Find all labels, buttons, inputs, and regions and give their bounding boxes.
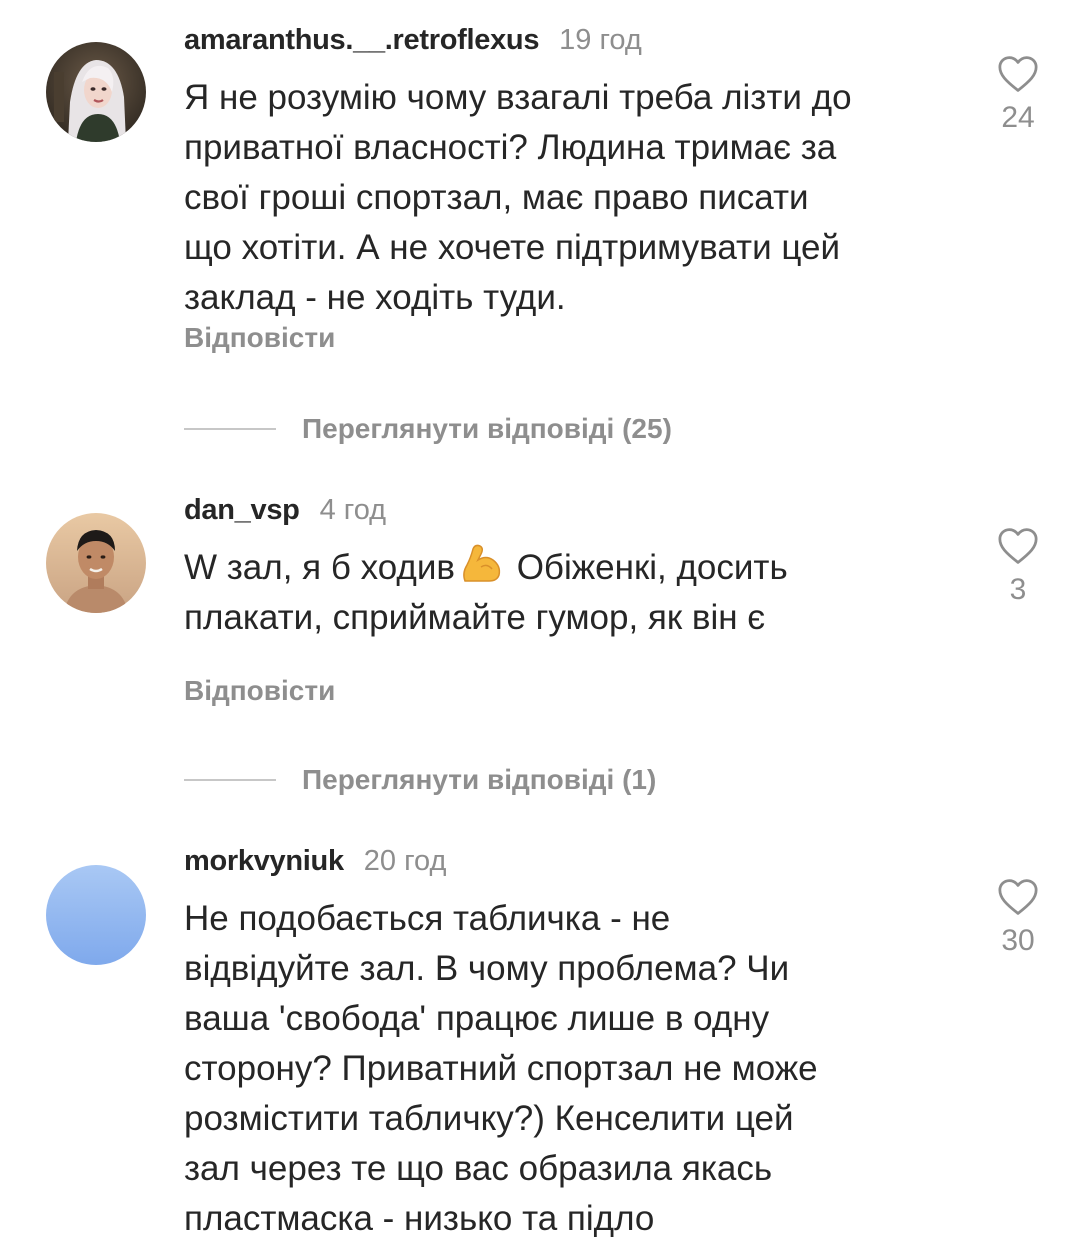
- view-replies-label: Переглянути відповіді (25): [302, 413, 672, 444]
- comment-line: що хотіти. А не хочете підтримувати цей: [184, 228, 841, 267]
- comment-line: розмістити табличку?) Кенселити цей: [184, 1099, 794, 1138]
- comment-line: зал через те що вас образила якась: [184, 1149, 773, 1188]
- comment-text: W зал, я б ходив Обіженкі, досить плакат…: [184, 543, 974, 643]
- comment-line: W зал, я б ходив Обіженкі, досить: [184, 543, 974, 593]
- username[interactable]: morkvyniuk: [184, 845, 344, 878]
- view-replies-button[interactable]: Переглянути відповіді (1): [184, 764, 656, 796]
- reply-button[interactable]: Відповісти: [184, 322, 335, 354]
- comment-line: сторону? Приватний спортзал не може: [184, 1049, 818, 1088]
- like-button[interactable]: 30: [980, 878, 1056, 958]
- heart-outline-icon: [998, 56, 1038, 92]
- avatar-blue-gradient: [46, 865, 146, 965]
- view-replies-label: Переглянути відповіді (1): [302, 764, 657, 795]
- comment-line: свої гроші спортзал, має право писати: [184, 178, 809, 217]
- like-count: 3: [1009, 573, 1027, 606]
- comment-header: amaranthus.__.retroflexus 19 год: [184, 24, 642, 57]
- comment-line: ваша 'свобода' працює лише в одну: [184, 999, 770, 1038]
- comment-line: Я не розумію чому взагалі треба лізти до: [184, 78, 852, 117]
- reply-button[interactable]: Відповісти: [184, 675, 335, 707]
- like-button[interactable]: 3: [980, 527, 1056, 607]
- flexed-biceps-emoji: [459, 543, 503, 583]
- like-button[interactable]: 24: [980, 55, 1056, 135]
- view-replies-button[interactable]: Переглянути відповіді (25): [184, 413, 672, 445]
- comment-line: заклад - не ходіть туди.: [184, 278, 566, 317]
- heart-outline-icon: [998, 879, 1038, 915]
- comment-line: пластмаска - низько та підло: [184, 1199, 655, 1238]
- divider-line: [184, 779, 276, 781]
- comment-line: відвідуйте зал. В чому проблема? Чи: [184, 949, 790, 988]
- comment-line: плакати, сприймайте гумор, як він є: [184, 598, 766, 637]
- comment-text-segment: Обіженкі, досить: [506, 548, 788, 587]
- comment-header: dan_vsp 4 год: [184, 494, 386, 527]
- comment-text-segment: W зал, я б ходив: [184, 548, 455, 587]
- timestamp: 19 год: [559, 24, 642, 56]
- comment-text: Я не розумію чому взагалі треба лізти до…: [184, 73, 974, 323]
- avatar[interactable]: [46, 513, 146, 613]
- timestamp: 20 год: [363, 845, 447, 877]
- avatar[interactable]: [46, 42, 146, 142]
- comment-header: morkvyniuk 20 год: [184, 845, 446, 878]
- comment-line: Не подобається табличка - не: [184, 899, 671, 938]
- username[interactable]: amaranthus.__.retroflexus: [184, 24, 539, 57]
- username[interactable]: dan_vsp: [184, 494, 300, 527]
- avatar[interactable]: [46, 865, 146, 965]
- like-count: 30: [1001, 924, 1035, 957]
- divider-line: [184, 428, 276, 430]
- comment-line: приватної власності? Людина тримає за: [184, 128, 837, 167]
- like-count: 24: [1001, 101, 1035, 134]
- avatar-woman-white-hair: [46, 42, 146, 142]
- timestamp: 4 год: [319, 494, 387, 526]
- heart-outline-icon: [998, 528, 1038, 564]
- avatar-young-man: [46, 513, 146, 613]
- comment-text: Не подобається табличка - не відвідуйте …: [184, 894, 974, 1244]
